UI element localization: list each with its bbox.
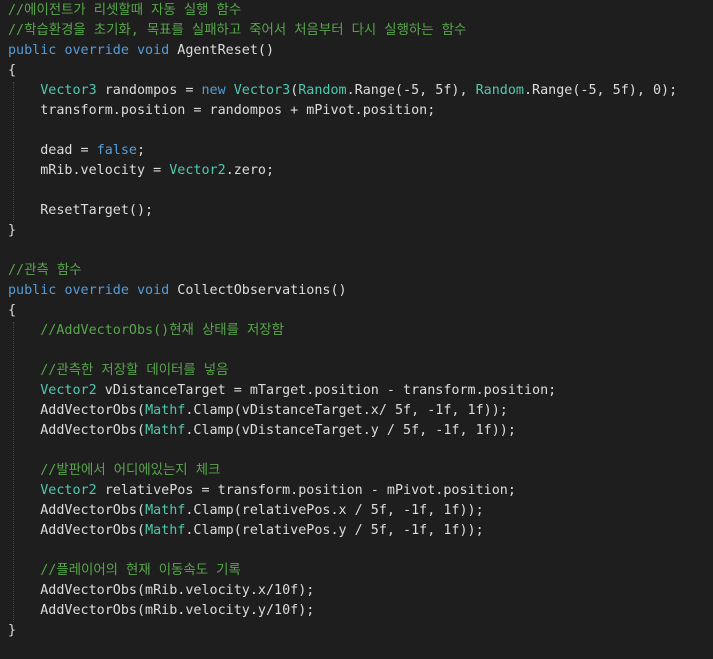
code-line[interactable]: //AddVectorObs()현재 상태를 저장함 (0, 321, 713, 341)
code-text: AddVectorObs(mRib.velocity.x/10f); (8, 583, 315, 598)
code-text: ResetTarget(); (8, 203, 154, 218)
code-type: Random (475, 83, 524, 98)
code-text: .Clamp(vDistanceTarget.y / 5f, -1f, 1f))… (185, 423, 516, 438)
code-text: AddVectorObs( (8, 523, 146, 538)
code-keyword: void (137, 43, 170, 58)
code-line[interactable]: //에이전트가 리셋할때 자동 실행 함수 (0, 1, 713, 21)
code-line[interactable]: { (0, 61, 713, 81)
code-text: .Range(-5, 5f), (346, 83, 476, 98)
code-comment: //관측한 저장할 데이터를 넣음 (40, 363, 229, 378)
code-line[interactable] (0, 341, 713, 361)
code-text: .Clamp(relativePos.x / 5f, -1f, 1f)); (185, 503, 484, 518)
code-line[interactable]: } (0, 221, 713, 241)
code-line[interactable]: { (0, 301, 713, 321)
code-type: Mathf (145, 503, 186, 518)
code-text: vDistanceTarget = mTarget.position - tra… (96, 383, 557, 398)
code-line[interactable] (0, 441, 713, 461)
code-text: AddVectorObs( (8, 423, 146, 438)
code-line[interactable] (0, 541, 713, 561)
code-comment: //AddVectorObs()현재 상태를 저장함 (40, 323, 284, 338)
code-line[interactable]: } (0, 621, 713, 641)
code-line[interactable] (0, 241, 713, 261)
code-line[interactable]: AddVectorObs(Mathf.Clamp(relativePos.y /… (0, 521, 713, 541)
code-line[interactable]: Vector2 relativePos = transform.position… (0, 481, 713, 501)
code-line[interactable]: AddVectorObs(Mathf.Clamp(vDistanceTarget… (0, 421, 713, 441)
code-text: dead = (8, 143, 97, 158)
code-line[interactable]: dead = false; (0, 141, 713, 161)
code-comment: //관측 함수 (8, 263, 82, 278)
code-text: AddVectorObs( (8, 403, 146, 418)
code-text: } (8, 623, 17, 638)
code-line[interactable] (0, 181, 713, 201)
code-line[interactable]: public override void CollectObservations… (0, 281, 713, 301)
code-type: Vector2 (40, 383, 97, 398)
code-type: Vector3 (233, 83, 291, 98)
code-text: relativePos = transform.position - mPivo… (96, 483, 516, 498)
code-text: AddVectorObs( (8, 503, 146, 518)
code-line[interactable]: //발판에서 어디에있는지 체크 (0, 461, 713, 481)
code-line[interactable] (0, 121, 713, 141)
code-text: .zero; (225, 163, 275, 178)
code-keyword: override (64, 43, 129, 58)
code-text: { (8, 63, 17, 78)
code-comment: //에이전트가 리셋할때 자동 실행 함수 (8, 3, 242, 18)
code-text: randompos = (96, 83, 202, 98)
code-type: Mathf (145, 423, 186, 438)
code-line[interactable]: //관측한 저장할 데이터를 넣음 (0, 361, 713, 381)
code-line[interactable]: //관측 함수 (0, 261, 713, 281)
code-text: .Clamp(vDistanceTarget.x/ 5f, -1f, 1f)); (185, 403, 508, 418)
code-keyword: public (8, 283, 57, 298)
code-type: Vector2 (40, 483, 97, 498)
code-text: CollectObservations() (169, 283, 347, 298)
code-line[interactable]: AddVectorObs(Mathf.Clamp(relativePos.x /… (0, 501, 713, 521)
code-line[interactable]: //플레이어의 현재 이동속도 기록 (0, 561, 713, 581)
code-line[interactable]: AddVectorObs(mRib.velocity.y/10f); (0, 601, 713, 621)
code-line[interactable]: AddVectorObs(Mathf.Clamp(vDistanceTarget… (0, 401, 713, 421)
code-text: .Range(-5, 5f), 0); (524, 83, 678, 98)
code-keyword: new (201, 83, 226, 98)
code-line[interactable]: ResetTarget(); (0, 201, 713, 221)
code-type: Vector2 (169, 163, 226, 178)
code-text: .Clamp(relativePos.y / 5f, -1f, 1f)); (185, 523, 484, 538)
code-text: ; (137, 143, 146, 158)
code-keyword: public (8, 43, 57, 58)
code-line[interactable]: mRib.velocity = Vector2.zero; (0, 161, 713, 181)
code-type: Vector3 (40, 83, 97, 98)
code-type: Random (298, 83, 347, 98)
code-text: { (8, 303, 17, 318)
code-keyword: false (96, 143, 137, 158)
code-line[interactable]: Vector2 vDistanceTarget = mTarget.positi… (0, 381, 713, 401)
code-keyword: void (137, 283, 170, 298)
code-editor[interactable]: //에이전트가 리셋할때 자동 실행 함수 //학습환경을 초기화, 목표를 실패… (0, 0, 713, 659)
code-text: AddVectorObs(mRib.velocity.y/10f); (8, 603, 315, 618)
code-comment: //발판에서 어디에있는지 체크 (40, 463, 221, 478)
code-text: transform.position = randompos + mPivot.… (8, 103, 436, 118)
code-type: Mathf (145, 403, 186, 418)
code-line[interactable]: transform.position = randompos + mPivot.… (0, 101, 713, 121)
code-line[interactable]: public override void AgentReset() (0, 41, 713, 61)
code-line[interactable]: AddVectorObs(mRib.velocity.x/10f); (0, 581, 713, 601)
code-line[interactable]: //학습환경을 초기화, 목표를 실패하고 죽어서 처음부터 다시 실행하는 함… (0, 21, 713, 41)
code-text: } (8, 223, 17, 238)
code-line[interactable]: Vector3 randompos = new Vector3(Random.R… (0, 81, 713, 101)
code-comment: //플레이어의 현재 이동속도 기록 (40, 563, 241, 578)
code-keyword: override (64, 283, 129, 298)
code-text: mRib.velocity = (8, 163, 170, 178)
code-comment: //학습환경을 초기화, 목표를 실패하고 죽어서 처음부터 다시 실행하는 함… (8, 23, 467, 38)
code-type: Mathf (145, 523, 186, 538)
code-text: AgentReset() (169, 43, 275, 58)
